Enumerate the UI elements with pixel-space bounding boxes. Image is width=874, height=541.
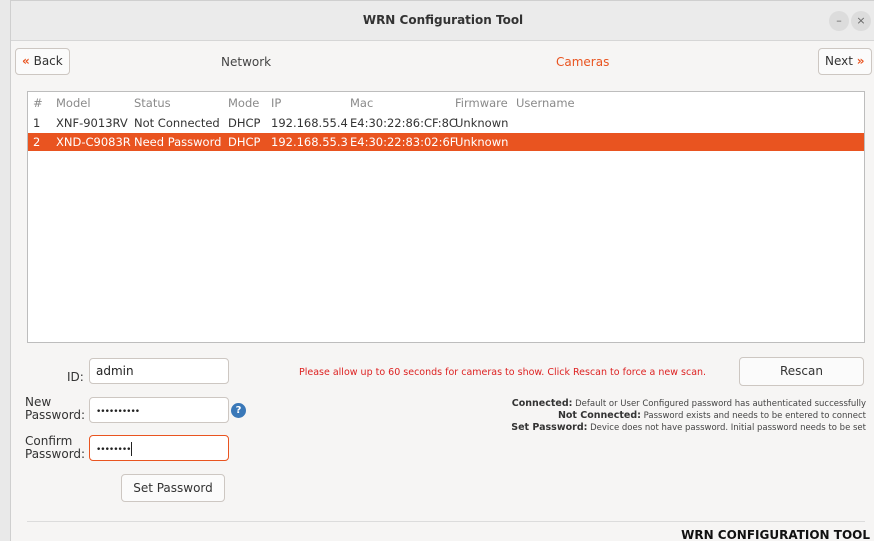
- col-model: Model: [56, 96, 91, 110]
- col-mode: Mode: [228, 96, 260, 110]
- next-button[interactable]: Next »: [818, 48, 872, 75]
- new-password-label: New Password:: [25, 396, 85, 422]
- new-password-field[interactable]: ••••••••••: [89, 397, 229, 423]
- cell-ip: 192.168.55.4: [271, 116, 348, 130]
- new-password-value: ••••••••••: [96, 407, 140, 417]
- cell-model: XNF-9013RV: [56, 116, 128, 130]
- table-row-selected[interactable]: 2 XND-C9083R Need Password DHCP 192.168.…: [28, 133, 864, 151]
- chevron-left-icon: «: [22, 54, 30, 68]
- app-window: WRN Configuration Tool – × « Back Networ…: [10, 0, 874, 541]
- col-status: Status: [134, 96, 171, 110]
- confirm-password-value: ••••••••: [96, 445, 131, 455]
- legend-desc: Password exists and needs to be entered …: [643, 411, 866, 421]
- cell-mode: DHCP: [228, 135, 261, 149]
- back-button-label: Back: [33, 54, 63, 68]
- cell-firmware: Unknown: [455, 116, 509, 130]
- table-row[interactable]: 1 XNF-9013RV Not Connected DHCP 192.168.…: [28, 115, 864, 131]
- help-icon[interactable]: ?: [231, 403, 246, 418]
- id-label: ID:: [67, 370, 84, 384]
- step-cameras: Cameras: [556, 55, 610, 69]
- minimize-icon[interactable]: –: [829, 11, 849, 31]
- window-title: WRN Configuration Tool: [362, 13, 524, 27]
- footer-divider: [27, 521, 865, 522]
- cell-mac: E4:30:22:86:CF:8C: [350, 116, 457, 130]
- set-password-button[interactable]: Set Password: [121, 474, 225, 502]
- footer-brand: WRN CONFIGURATION TOOL: [681, 528, 870, 541]
- legend-connected: Connected: Default or User Configured pa…: [512, 398, 866, 409]
- scan-notice: Please allow up to 60 seconds for camera…: [299, 367, 707, 378]
- cell-status: Not Connected: [134, 116, 220, 130]
- legend-not-connected: Not Connected: Password exists and needs…: [558, 410, 866, 421]
- id-field[interactable]: admin: [89, 358, 229, 384]
- col-username: Username: [516, 96, 575, 110]
- confirm-password-field[interactable]: ••••••••: [89, 435, 229, 461]
- cell-mac: E4:30:22:83:02:6F: [350, 135, 457, 149]
- legend-desc: Default or User Configured password has …: [575, 399, 866, 409]
- legend-term: Not Connected:: [557, 410, 641, 421]
- legend-set-password: Set Password: Device does not have passw…: [511, 422, 866, 433]
- new-password-label-line2: Password:: [25, 408, 86, 422]
- wizard-nav: « Back Network Cameras Next »: [11, 42, 874, 80]
- camera-table[interactable]: # Model Status Mode IP Mac Firmware User…: [27, 91, 865, 343]
- rescan-button[interactable]: Rescan: [739, 357, 864, 386]
- col-num: #: [33, 96, 43, 110]
- title-bar: WRN Configuration Tool – ×: [11, 1, 874, 41]
- legend-desc: Device does not have password. Initial p…: [590, 423, 866, 433]
- legend-term: Connected:: [511, 398, 573, 409]
- text-caret: [131, 441, 133, 456]
- next-button-label: Next: [825, 54, 853, 68]
- cell-ip: 192.168.55.3: [271, 135, 348, 149]
- col-ip: IP: [271, 96, 282, 110]
- col-firmware: Firmware: [455, 96, 508, 110]
- cell-num: 2: [33, 135, 41, 149]
- step-network: Network: [221, 55, 272, 69]
- col-mac: Mac: [350, 96, 374, 110]
- back-button[interactable]: « Back: [15, 48, 70, 75]
- legend-term: Set Password:: [511, 422, 588, 433]
- cell-mode: DHCP: [228, 116, 261, 130]
- table-header: # Model Status Mode IP Mac Firmware User…: [28, 95, 864, 111]
- close-icon[interactable]: ×: [851, 11, 871, 31]
- confirm-password-label: Confirm Password:: [25, 435, 85, 461]
- cell-status: Need Password: [134, 135, 222, 149]
- cell-num: 1: [33, 116, 41, 130]
- confirm-password-label-line2: Password:: [25, 447, 86, 461]
- cell-model: XND-C9083R: [56, 135, 131, 149]
- chevron-right-icon: »: [856, 54, 865, 68]
- cell-firmware: Unknown: [455, 135, 509, 149]
